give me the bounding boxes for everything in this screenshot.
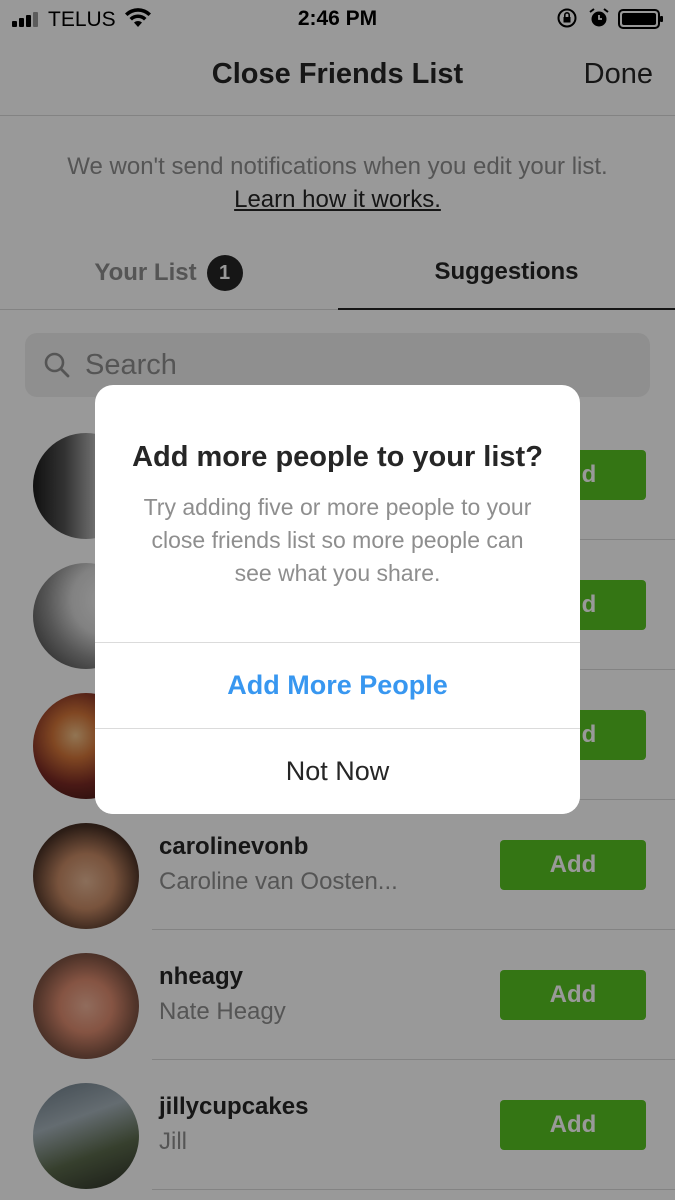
- add-more-people-button[interactable]: Add More People: [95, 642, 580, 728]
- dialog-message: Try adding five or more people to your c…: [143, 494, 532, 586]
- dialog-title: Add more people to your list?: [132, 441, 543, 473]
- add-more-people-dialog: Add more people to your list? Try adding…: [95, 385, 580, 814]
- not-now-button[interactable]: Not Now: [95, 728, 580, 814]
